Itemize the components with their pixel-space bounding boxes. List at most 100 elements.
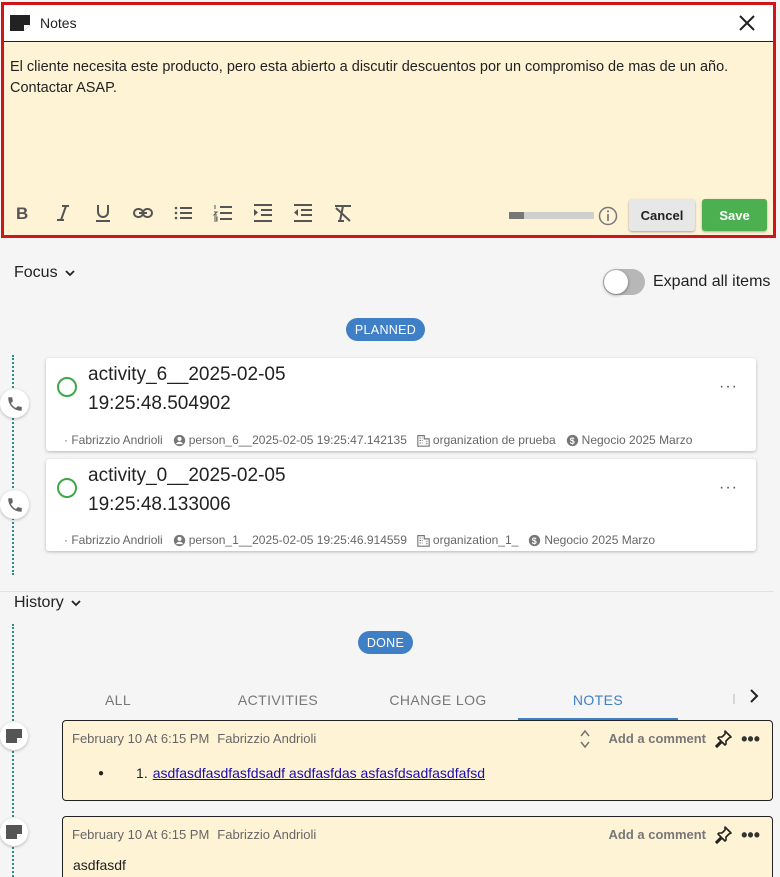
clear-format-icon[interactable] — [330, 201, 370, 225]
history-title: History — [14, 594, 64, 611]
list-bullet: ● — [98, 767, 105, 779]
pin-icon[interactable] — [714, 826, 732, 844]
note-date: February 10 At 6:15 PM — [72, 731, 210, 746]
editor-title: Notes — [40, 15, 77, 31]
person-icon — [173, 534, 185, 546]
note-more-icon[interactable]: ••• — [741, 729, 760, 750]
building-icon — [417, 534, 430, 547]
planned-badge: PLANNED — [346, 318, 425, 341]
section-divider — [0, 591, 774, 592]
expand-all-toggle-wrap: Expand all items — [603, 269, 770, 295]
note-timeline-icon — [0, 818, 28, 846]
svg-text:$: $ — [569, 435, 574, 445]
deal-label: Negocio 2025 Marzo — [581, 433, 693, 447]
note-text-area[interactable]: El cliente necesita este producto, pero … — [4, 42, 773, 187]
note-date: February 10 At 6:15 PM — [72, 827, 210, 842]
save-button[interactable]: Save — [702, 199, 767, 231]
activity-meta: · Fabrizzio Andrioli person_1__2025-02-0… — [64, 533, 665, 547]
focus-header[interactable]: Focus — [14, 264, 76, 282]
add-comment-button[interactable]: Add a comment — [608, 731, 706, 746]
progress-fill — [509, 212, 525, 219]
note-content-list: ● 1. asdfasdfasdfasfdsadf asdfasfdas asf… — [98, 765, 485, 781]
chevron-down-icon — [71, 600, 81, 607]
cancel-button[interactable]: Cancel — [629, 199, 695, 231]
add-comment-button[interactable]: Add a comment — [608, 827, 706, 842]
building-icon — [417, 434, 430, 447]
activity-organization[interactable]: organization_1_ — [417, 533, 518, 547]
numbered-list-icon[interactable] — [210, 201, 250, 225]
bulleted-list-icon[interactable] — [170, 201, 210, 225]
dollar-icon: $ — [529, 534, 541, 546]
chevron-down-icon — [64, 270, 75, 277]
activity-name[interactable]: activity_6__2025-02-05 19:25:48.504902 — [88, 360, 318, 418]
note-author: Fabrizzio Andrioli — [217, 827, 317, 842]
activity-person[interactable]: person_6__2025-02-05 19:25:47.142135 — [173, 433, 407, 447]
deal-label: Negocio 2025 Marzo — [544, 533, 656, 547]
expand-collapse-icon[interactable] — [578, 728, 592, 750]
toggle-knob — [604, 270, 628, 294]
note-link[interactable]: asdfasdfasdfasfdsadf asdfasfdas asfasfds… — [153, 765, 485, 781]
italic-icon[interactable] — [50, 201, 90, 225]
pin-icon[interactable] — [714, 730, 732, 748]
organization-label: organization_1_ — [432, 533, 519, 547]
indent-icon[interactable] — [250, 201, 290, 225]
tab-change-log[interactable]: CHANGE LOG — [358, 680, 518, 720]
notes-editor: Notes El cliente necesita este producto,… — [1, 2, 776, 238]
activity-deal[interactable]: $ Negocio 2025 Marzo — [528, 533, 655, 547]
chevron-right-icon[interactable] — [746, 688, 762, 704]
phone-icon — [0, 389, 29, 418]
history-tabs: ALL ACTIVITIES CHANGE LOG NOTES — [38, 680, 776, 720]
done-badge: DONE — [358, 631, 413, 654]
history-header[interactable]: History — [14, 594, 82, 612]
activity-user[interactable]: · Fabrizzio Andrioli — [64, 533, 163, 547]
list-number: 1. — [136, 765, 148, 781]
close-icon[interactable] — [737, 13, 757, 33]
more-options-icon[interactable]: ··· — [719, 479, 738, 497]
dollar-icon: $ — [566, 434, 578, 446]
activity-card[interactable]: activity_0__2025-02-05 19:25:48.133006 ·… — [46, 459, 756, 551]
note-body: asdfasdf — [73, 857, 126, 873]
note-header: February 10 At 6:15 PM Fabrizzio Andrioli — [72, 827, 316, 842]
outdent-icon[interactable] — [290, 201, 330, 225]
person-label: person_6__2025-02-05 19:25:47.142135 — [188, 433, 407, 447]
tab-all[interactable]: ALL — [38, 680, 198, 720]
timeline-line-focus — [12, 355, 14, 575]
svg-text:B: B — [16, 204, 28, 223]
activity-meta: · Fabrizzio Andrioli person_6__2025-02-0… — [64, 433, 702, 447]
person-icon — [173, 434, 185, 446]
note-icon — [10, 15, 30, 31]
note-more-icon[interactable]: ••• — [741, 825, 760, 846]
note-header: February 10 At 6:15 PM Fabrizzio Andrioli — [72, 731, 316, 746]
activity-user[interactable]: · Fabrizzio Andrioli — [64, 433, 163, 447]
info-icon[interactable] — [598, 206, 618, 226]
svg-text:$: $ — [532, 535, 537, 545]
activity-deal[interactable]: $ Negocio 2025 Marzo — [566, 433, 693, 447]
activity-organization[interactable]: organization de prueba — [417, 433, 556, 447]
note-item: February 10 At 6:15 PM Fabrizzio Andrioli… — [62, 816, 773, 877]
tab-activities[interactable]: ACTIVITIES — [198, 680, 358, 720]
complete-checkbox[interactable] — [57, 377, 77, 397]
complete-checkbox[interactable] — [57, 478, 77, 498]
organization-label: organization de prueba — [432, 433, 556, 447]
editor-header: Notes — [4, 5, 773, 42]
person-label: person_1__2025-02-05 19:25:46.914559 — [188, 533, 407, 547]
underline-icon[interactable] — [90, 201, 130, 225]
character-progress-bar — [509, 212, 594, 219]
more-options-icon[interactable]: ··· — [719, 378, 738, 396]
expand-all-toggle[interactable] — [603, 269, 645, 295]
link-icon[interactable] — [130, 201, 170, 225]
phone-icon — [0, 490, 29, 519]
format-toolbar: B — [10, 201, 370, 225]
note-item: February 10 At 6:15 PM Fabrizzio Andrioli… — [62, 720, 773, 801]
tab-overflow-icon — [733, 694, 735, 704]
note-author: Fabrizzio Andrioli — [217, 731, 317, 746]
bold-icon[interactable]: B — [10, 201, 50, 225]
expand-all-label: Expand all items — [653, 273, 771, 290]
activity-name[interactable]: activity_0__2025-02-05 19:25:48.133006 — [88, 461, 318, 519]
focus-title: Focus — [14, 264, 58, 281]
tab-notes[interactable]: NOTES — [518, 680, 678, 720]
activity-person[interactable]: person_1__2025-02-05 19:25:46.914559 — [173, 533, 407, 547]
note-timeline-icon — [0, 722, 28, 750]
app-root: Notes El cliente necesita este producto,… — [0, 0, 780, 877]
activity-card[interactable]: activity_6__2025-02-05 19:25:48.504902 ·… — [46, 358, 756, 451]
